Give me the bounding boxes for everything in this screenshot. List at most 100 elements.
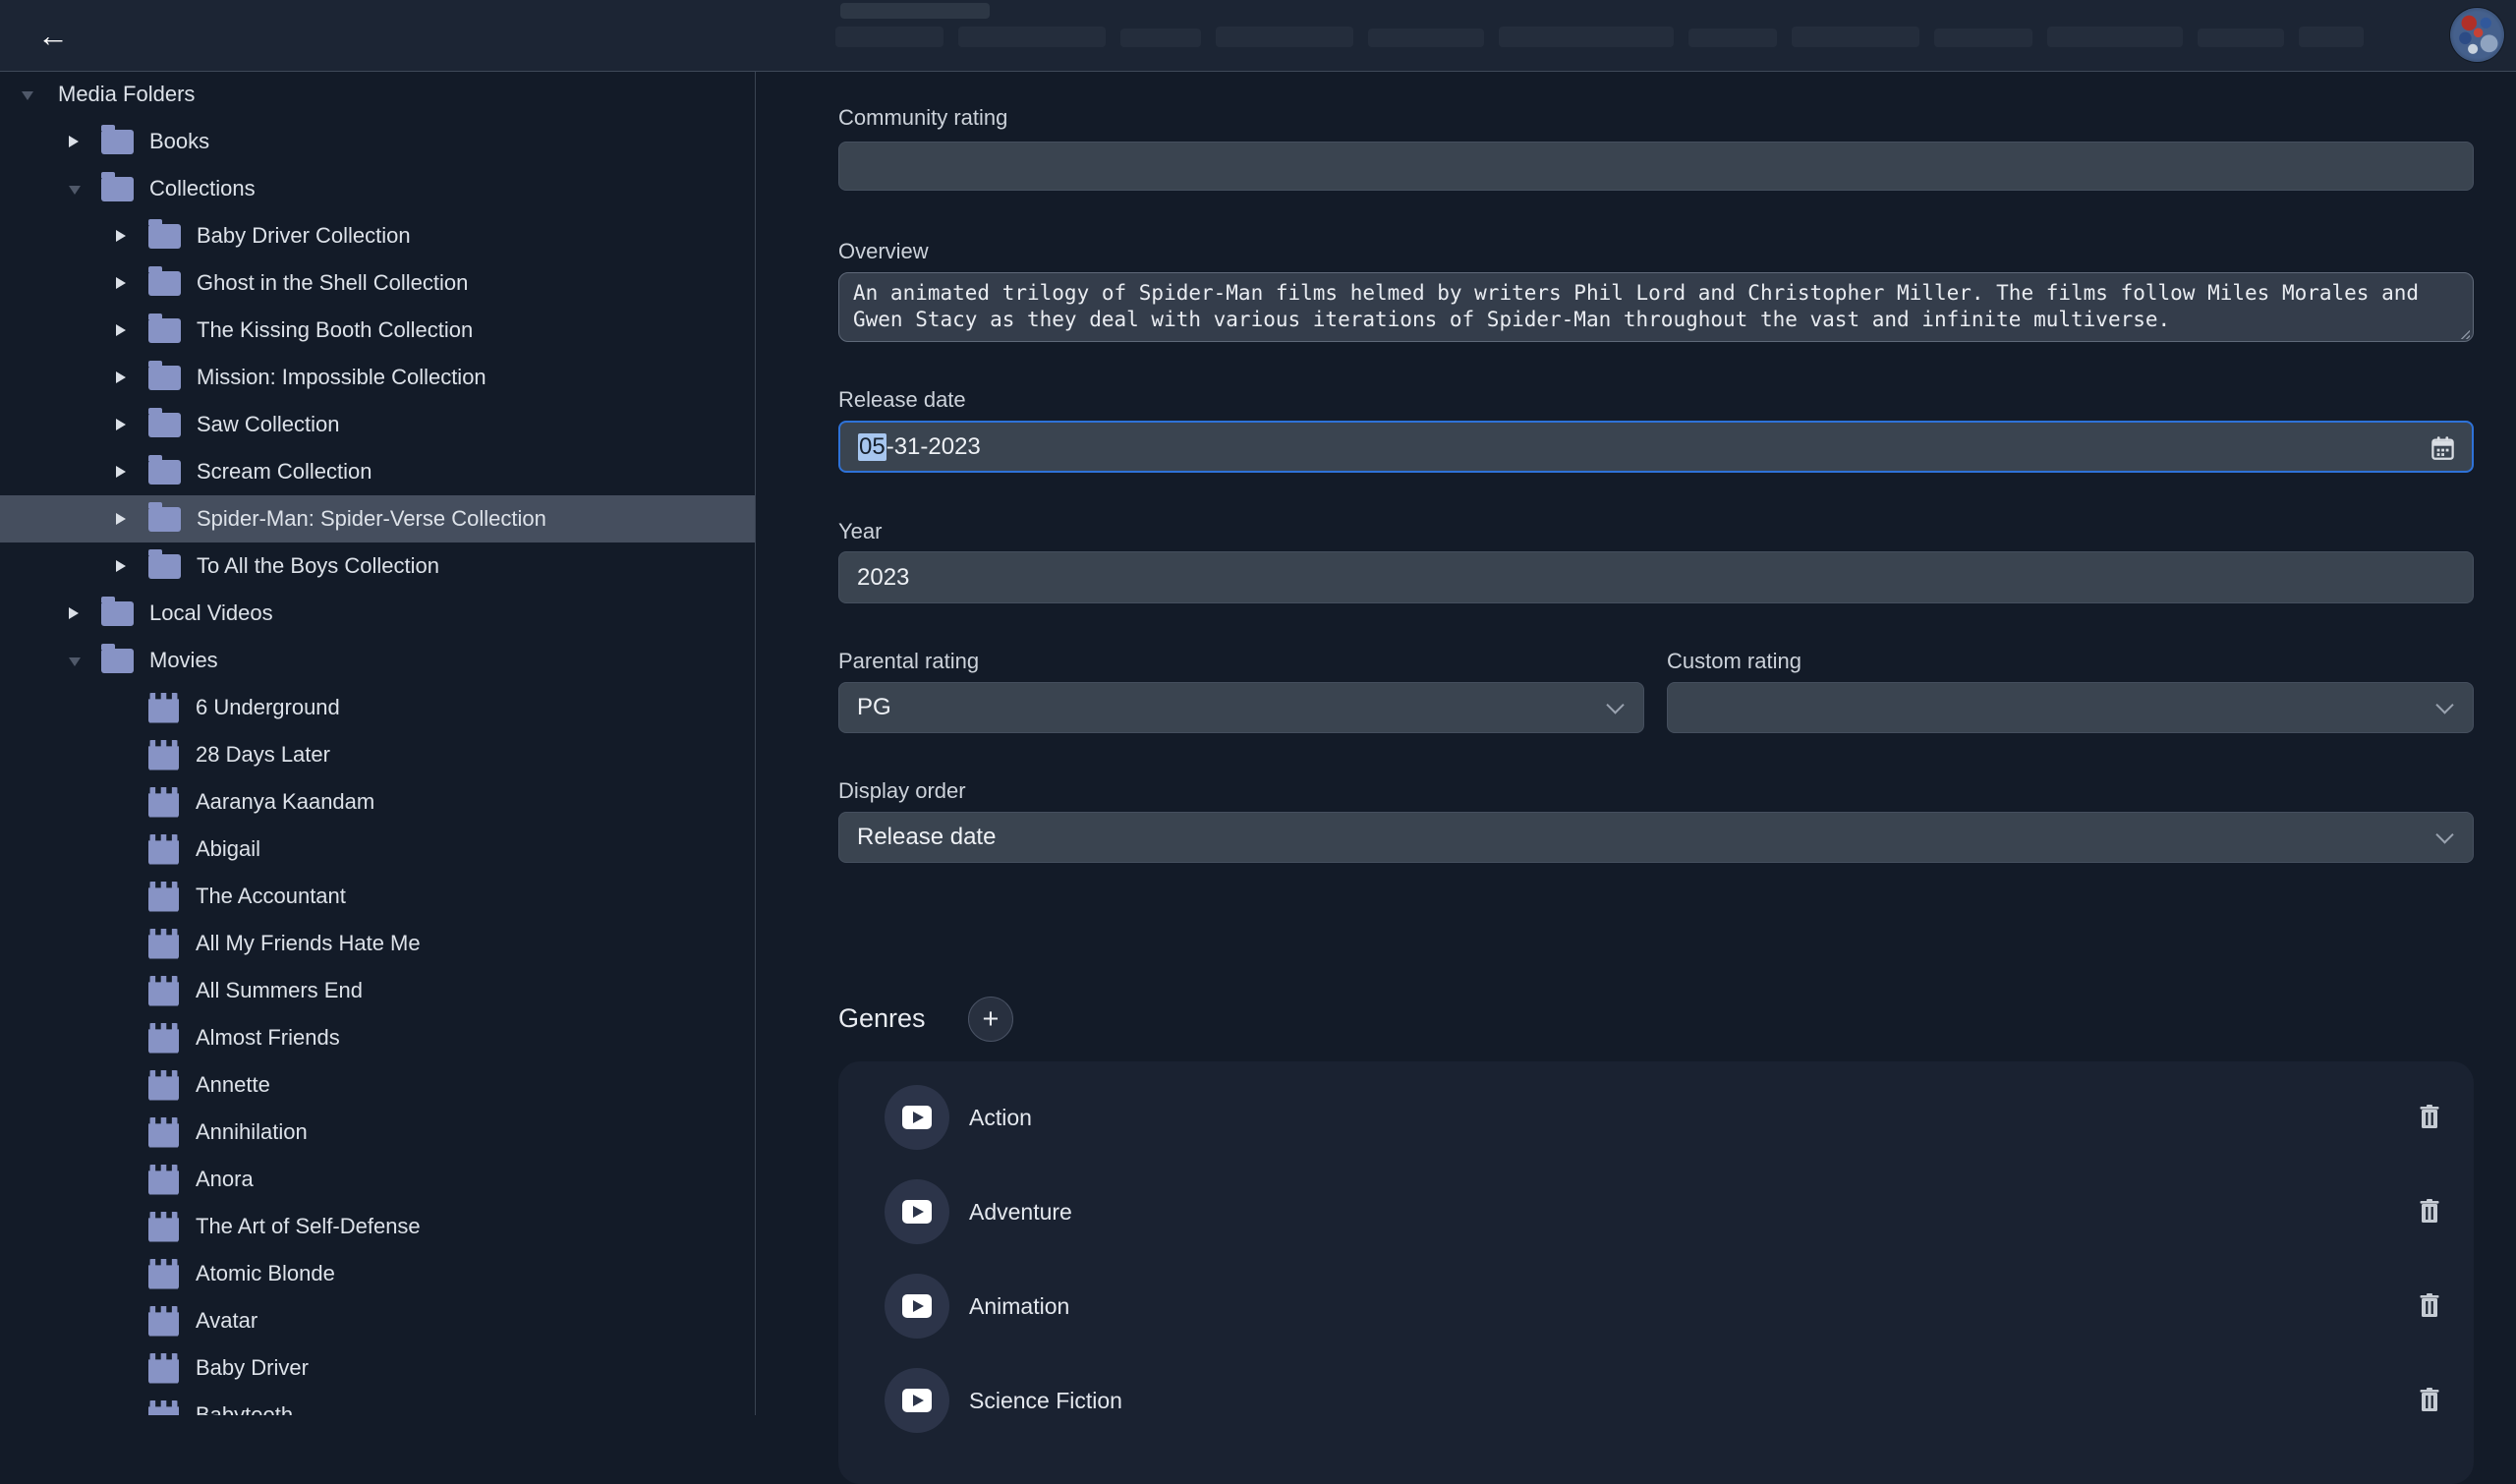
expand-arrow-icon[interactable] — [116, 466, 126, 478]
folder-icon — [101, 601, 134, 626]
back-button[interactable]: ← — [29, 14, 77, 57]
sidebar-item-saw-collection[interactable]: Saw Collection — [0, 401, 755, 448]
sidebar-item-ghost-in-the-shell-collection[interactable]: Ghost in the Shell Collection — [0, 259, 755, 307]
folder-tree: Media Folders Books Collections Baby Driver… — [0, 71, 755, 1415]
user-avatar[interactable] — [2450, 8, 2504, 62]
delete-genre-button[interactable] — [2418, 1292, 2441, 1320]
collapse-arrow-icon[interactable] — [69, 186, 81, 195]
release-date-input[interactable]: 05-31-2023 — [838, 421, 2474, 473]
overview-textarea[interactable]: An animated trilogy of Spider-Man films … — [838, 272, 2474, 342]
arrow-slot — [116, 230, 148, 242]
sidebar-item-movies[interactable]: Movies — [0, 637, 755, 684]
chevron-down-icon — [1606, 696, 1624, 713]
custom-rating-label: Custom rating — [1667, 649, 1801, 674]
selected-date-segment: 05 — [858, 433, 886, 461]
tree-item-label: Books — [149, 129, 209, 154]
tree-item-label: The Accountant — [196, 884, 346, 909]
expand-arrow-icon[interactable] — [116, 513, 126, 525]
tree-item-label: Aaranya Kaandam — [196, 789, 374, 815]
year-input[interactable] — [838, 551, 2474, 603]
expand-arrow-icon[interactable] — [116, 371, 126, 383]
custom-rating-select[interactable] — [1667, 682, 2474, 733]
expand-arrow-icon[interactable] — [69, 607, 79, 619]
calendar-icon[interactable] — [2430, 434, 2456, 461]
metadata-editor-page: { "topbar": { "back_icon": "←", "avatar"… — [0, 0, 2516, 1415]
sidebar-item-aaranya-kaandam[interactable]: Aaranya Kaandam — [0, 778, 755, 826]
delete-genre-button[interactable] — [2418, 1104, 2441, 1131]
tree-item-label: Local Videos — [149, 600, 273, 626]
chevron-down-icon — [2435, 826, 2453, 843]
sidebar-item-abigail[interactable]: Abigail — [0, 826, 755, 873]
sidebar-item-all-summers-end[interactable]: All Summers End — [0, 967, 755, 1014]
video-play-icon — [885, 1274, 949, 1339]
year-label: Year — [838, 519, 882, 544]
sidebar-item-baby-driver-collection[interactable]: Baby Driver Collection — [0, 212, 755, 259]
sidebar-item-annette[interactable]: Annette — [0, 1061, 755, 1109]
delete-genre-button[interactable] — [2418, 1387, 2441, 1414]
tree-item-label: Saw Collection — [197, 412, 340, 437]
sidebar-item-the-accountant[interactable]: The Accountant — [0, 873, 755, 920]
sidebar-item-the-kissing-booth-collection[interactable]: The Kissing Booth Collection — [0, 307, 755, 354]
sidebar-item-baby-driver[interactable]: Baby Driver — [0, 1344, 755, 1392]
display-order-select[interactable]: Release date — [838, 812, 2474, 863]
sidebar-item-annihilation[interactable]: Annihilation — [0, 1109, 755, 1156]
plus-icon: + — [983, 1003, 1000, 1035]
genre-row-action: Action — [838, 1070, 2474, 1165]
genre-label: Science Fiction — [969, 1388, 1122, 1414]
sidebar-item-scream-collection[interactable]: Scream Collection — [0, 448, 755, 495]
sidebar-item-almost-friends[interactable]: Almost Friends — [0, 1014, 755, 1061]
community-rating-input[interactable] — [838, 142, 2474, 191]
arrow-slot — [116, 324, 148, 336]
sidebar-item-local-videos[interactable]: Local Videos — [0, 590, 755, 637]
sidebar-item-28-days-later[interactable]: 28 Days Later — [0, 731, 755, 778]
tree-item-label: Almost Friends — [196, 1025, 340, 1051]
sidebar-item-avatar[interactable]: Avatar — [0, 1297, 755, 1344]
sidebar-item-to-all-the-boys-collection[interactable]: To All the Boys Collection — [0, 542, 755, 590]
release-date-label: Release date — [838, 387, 966, 413]
sidebar-item-babyteeth[interactable]: Babyteeth — [0, 1392, 755, 1415]
sidebar-item-books[interactable]: Books — [0, 118, 755, 165]
expand-arrow-icon[interactable] — [116, 419, 126, 430]
sidebar-item-all-my-friends-hate-me[interactable]: All My Friends Hate Me — [0, 920, 755, 967]
film-icon — [148, 1353, 179, 1384]
collapse-arrow-icon[interactable] — [22, 91, 33, 100]
parental-rating-select[interactable]: PG — [838, 682, 1644, 733]
top-app-bar: ← — [0, 0, 2516, 72]
sidebar-item-spider-man-spider-verse-collection[interactable]: Spider-Man: Spider-Verse Collection — [0, 495, 755, 542]
scrolled-content-ghost — [1216, 27, 1353, 47]
folder-icon — [148, 554, 181, 579]
collapse-arrow-icon[interactable] — [69, 657, 81, 666]
sidebar-item-atomic-blonde[interactable]: Atomic Blonde — [0, 1250, 755, 1297]
tree-item-label: Annihilation — [196, 1119, 308, 1145]
folder-icon — [148, 271, 181, 296]
scrolled-content-ghost — [1792, 27, 1919, 47]
sidebar-item-anora[interactable]: Anora — [0, 1156, 755, 1203]
genre-label: Adventure — [969, 1199, 1072, 1226]
scrolled-content-ghost — [1499, 27, 1674, 47]
film-icon — [148, 1165, 179, 1195]
expand-arrow-icon[interactable] — [116, 324, 126, 336]
tree-item-label: Collections — [149, 176, 256, 201]
folder-icon — [148, 460, 181, 485]
genre-row-adventure: Adventure — [838, 1165, 2474, 1259]
delete-genre-button[interactable] — [2418, 1198, 2441, 1226]
arrow-slot — [69, 655, 101, 666]
sidebar-item-media-folders[interactable]: Media Folders — [0, 71, 755, 118]
date-rest-segment: -31-2023 — [886, 433, 981, 461]
sidebar-item-mission-impossible-collection[interactable]: Mission: Impossible Collection — [0, 354, 755, 401]
scrolled-content-ghost — [840, 3, 990, 19]
tree-item-label: All Summers End — [196, 978, 363, 1003]
expand-arrow-icon[interactable] — [116, 560, 126, 572]
expand-arrow-icon[interactable] — [116, 277, 126, 289]
sidebar-item-collections[interactable]: Collections — [0, 165, 755, 212]
folder-icon — [148, 318, 181, 343]
sidebar-item-the-art-of-self-defense[interactable]: The Art of Self-Defense — [0, 1203, 755, 1250]
arrow-slot — [69, 607, 101, 619]
expand-arrow-icon[interactable] — [116, 230, 126, 242]
add-genre-button[interactable]: + — [968, 997, 1013, 1042]
expand-arrow-icon[interactable] — [69, 136, 79, 147]
tree-item-label: Baby Driver Collection — [197, 223, 411, 249]
sidebar-item-6-underground[interactable]: 6 Underground — [0, 684, 755, 731]
folder-icon — [148, 224, 181, 249]
community-rating-label: Community rating — [838, 105, 1007, 131]
